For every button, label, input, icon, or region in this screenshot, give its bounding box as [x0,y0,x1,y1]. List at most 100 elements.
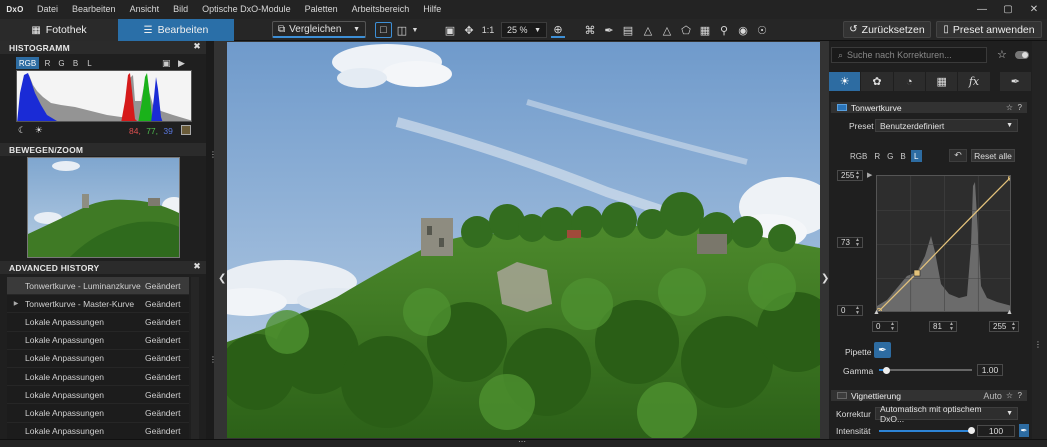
menu-datei[interactable]: Datei [30,0,65,19]
fx-icon[interactable]: fx [958,72,990,91]
favorite-star-icon[interactable]: ☆ [997,48,1007,61]
vignetting-header[interactable]: Vignettierung Auto ☆ ? [831,390,1027,401]
history-scrollbar[interactable] [191,277,199,439]
gamma-slider-track[interactable] [879,369,972,371]
tonecurve-enable-checkbox[interactable] [837,104,847,111]
black-point-marker-icon[interactable]: ▲ [873,309,880,316]
undo-icon[interactable]: ↶ [949,149,967,162]
crop-icon[interactable]: ⌘ [583,22,597,38]
histogram-tab-g[interactable]: G [56,57,67,69]
menu-ansicht[interactable]: Ansicht [123,0,167,19]
x-mid-input[interactable]: 81 ▲ ▼ [929,321,957,332]
view-chevron-down-icon[interactable]: ▼ [410,22,420,38]
expand-arrow-icon[interactable]: ▶ [7,300,25,307]
gamma-slider-handle[interactable] [883,367,890,374]
maximize-icon[interactable]: ▢ [995,0,1021,19]
history-row[interactable]: Lokale Anpassungen Geändert [7,313,189,332]
histogram-tab-rgb[interactable]: RGB [16,57,39,69]
intensity-value[interactable]: 100 [977,425,1015,437]
korrektur-select[interactable]: Automatisch mit optischem DxO... ▼ [875,404,1018,424]
history-row[interactable]: Lokale Anpassungen Geändert [7,367,189,387]
single-view-icon[interactable]: □ [375,22,392,38]
menu-bild[interactable]: Bild [166,0,195,19]
shape-icon[interactable]: ⬠ [679,22,693,38]
grid-icon[interactable]: ▦ [698,22,712,38]
panel-toggle[interactable] [1015,51,1029,59]
move-icon[interactable]: ✥ [462,22,476,38]
x-left-input[interactable]: 0 ▲ ▼ [872,321,898,332]
reset-button[interactable]: ↺ Zurücksetzen [843,21,931,38]
preset-select[interactable]: Benutzerdefiniert ▼ [875,119,1018,132]
moon-icon[interactable]: ☾ [18,125,26,135]
tonecurve-star-icon[interactable]: ☆ ? [1006,103,1022,112]
eyedropper-icon[interactable]: ✒ [602,22,616,38]
menu-arbeitsbereich[interactable]: Arbeitsbereich [345,0,417,19]
gamma-value[interactable]: 1.00 [977,364,1003,376]
monitor-icon[interactable]: ▣ [162,58,171,68]
menu-optische-module[interactable]: Optische DxO-Module [195,0,298,19]
history-row[interactable]: Lokale Anpassungen Geändert [7,349,189,368]
pipette-icon[interactable]: ✒ [874,342,891,358]
bottom-grip-icon[interactable]: ⋯ [518,437,526,446]
stepper-icon[interactable]: ▲ ▼ [855,305,860,316]
zoom-in-icon[interactable]: ⊕ [551,22,565,38]
history-row[interactable]: Lokale Anpassungen Geändert [7,331,189,350]
vignetting-auto-label[interactable]: Auto [983,391,1002,401]
redeye-icon[interactable]: ☉ [755,22,769,38]
history-row[interactable]: Lokale Anpassungen Geändert [7,404,189,423]
horizon-icon[interactable]: ▤ [621,22,635,38]
intensity-picker-icon[interactable]: ✒ [1019,424,1029,437]
x-right-input[interactable]: 255 ▲ ▼ [989,321,1019,332]
perspective-icon[interactable]: △ [641,22,655,38]
histogram-tab-b[interactable]: B [70,57,81,69]
one-to-one-button[interactable]: 1:1 [480,22,496,38]
history-close-icon[interactable]: ✖ [193,261,201,272]
collapse-left-icon[interactable]: ❮ [218,273,226,284]
menu-hilfe[interactable]: Hilfe [416,0,448,19]
histogram-header[interactable]: HISTOGRAMM ✖ [0,41,206,54]
search-input[interactable]: ⌕ Suche nach Korrekturen... [831,47,987,63]
minimize-icon[interactable]: — [969,0,995,19]
close-icon[interactable]: ✕ [1021,0,1047,19]
reset-all-button[interactable]: Reset alle [971,149,1015,162]
histogram-close-icon[interactable]: ✖ [193,41,201,52]
tone-curve-editor[interactable] [876,175,1011,312]
vignetting-enable-checkbox[interactable] [837,392,847,399]
intensity-slider-handle[interactable] [968,427,975,434]
curve-tab-r[interactable]: R [872,150,882,162]
stepper-icon[interactable]: ▲ ▼ [890,321,895,332]
curve-tab-g[interactable]: G [885,150,895,162]
histogram-tab-l[interactable]: L [84,57,95,69]
stepper-icon[interactable]: ▲ ▼ [855,170,860,181]
curve-tab-rgb[interactable]: RGB [848,150,869,162]
menu-bearbeiten[interactable]: Bearbeiten [65,0,123,19]
y-mid-input[interactable]: 73 ▲ ▼ [837,237,863,248]
tonecurve-header[interactable]: Tonwertkurve ☆ ? [831,102,1027,113]
geometry-icon[interactable]: ▦ [925,72,958,91]
stepper-icon[interactable]: ▲ ▼ [855,237,860,248]
repair-icon[interactable]: ⚲ [717,22,731,38]
light-icon[interactable]: ☀ [829,72,861,91]
tab-bearbeiten[interactable]: ☰ Bearbeiten [118,19,234,41]
history-row[interactable]: Lokale Anpassungen Geändert [7,386,189,405]
white-point-marker-icon[interactable]: ▲ [1006,309,1013,316]
tab-fototek[interactable]: ▦ Fotothek [0,19,118,41]
history-row[interactable]: Tonwertkurve - Luminanzkurve Geändert [7,277,189,296]
chevron-down-icon[interactable]: ▼ [353,26,360,33]
history-row[interactable]: ▶ Tonwertkurve - Master-Kurve Geändert [7,295,189,314]
right-panel-grip-icon[interactable]: ⋮ [1034,340,1042,349]
curve-tab-b[interactable]: B [898,150,907,162]
history-row[interactable]: Lokale Anpassungen Geändert [7,422,189,441]
split-view-icon[interactable]: ◫ [395,22,409,38]
detail-icon[interactable]: ◔ [893,72,925,91]
photo-canvas[interactable] [227,42,820,438]
history-header[interactable]: ADVANCED HISTORY ✖ [0,261,206,274]
local-adjust-icon[interactable]: △ [660,22,674,38]
menu-paletten[interactable]: Paletten [298,0,345,19]
y-top-input[interactable]: 255 ▲ ▼ [837,170,863,181]
sun-icon[interactable]: ☀ [35,125,43,135]
color-icon[interactable]: ✿ [861,72,893,91]
navigator-thumbnail[interactable] [27,157,180,258]
tag-icon[interactable]: ▶ [178,58,185,68]
local-icon[interactable]: ✒ [999,72,1031,91]
